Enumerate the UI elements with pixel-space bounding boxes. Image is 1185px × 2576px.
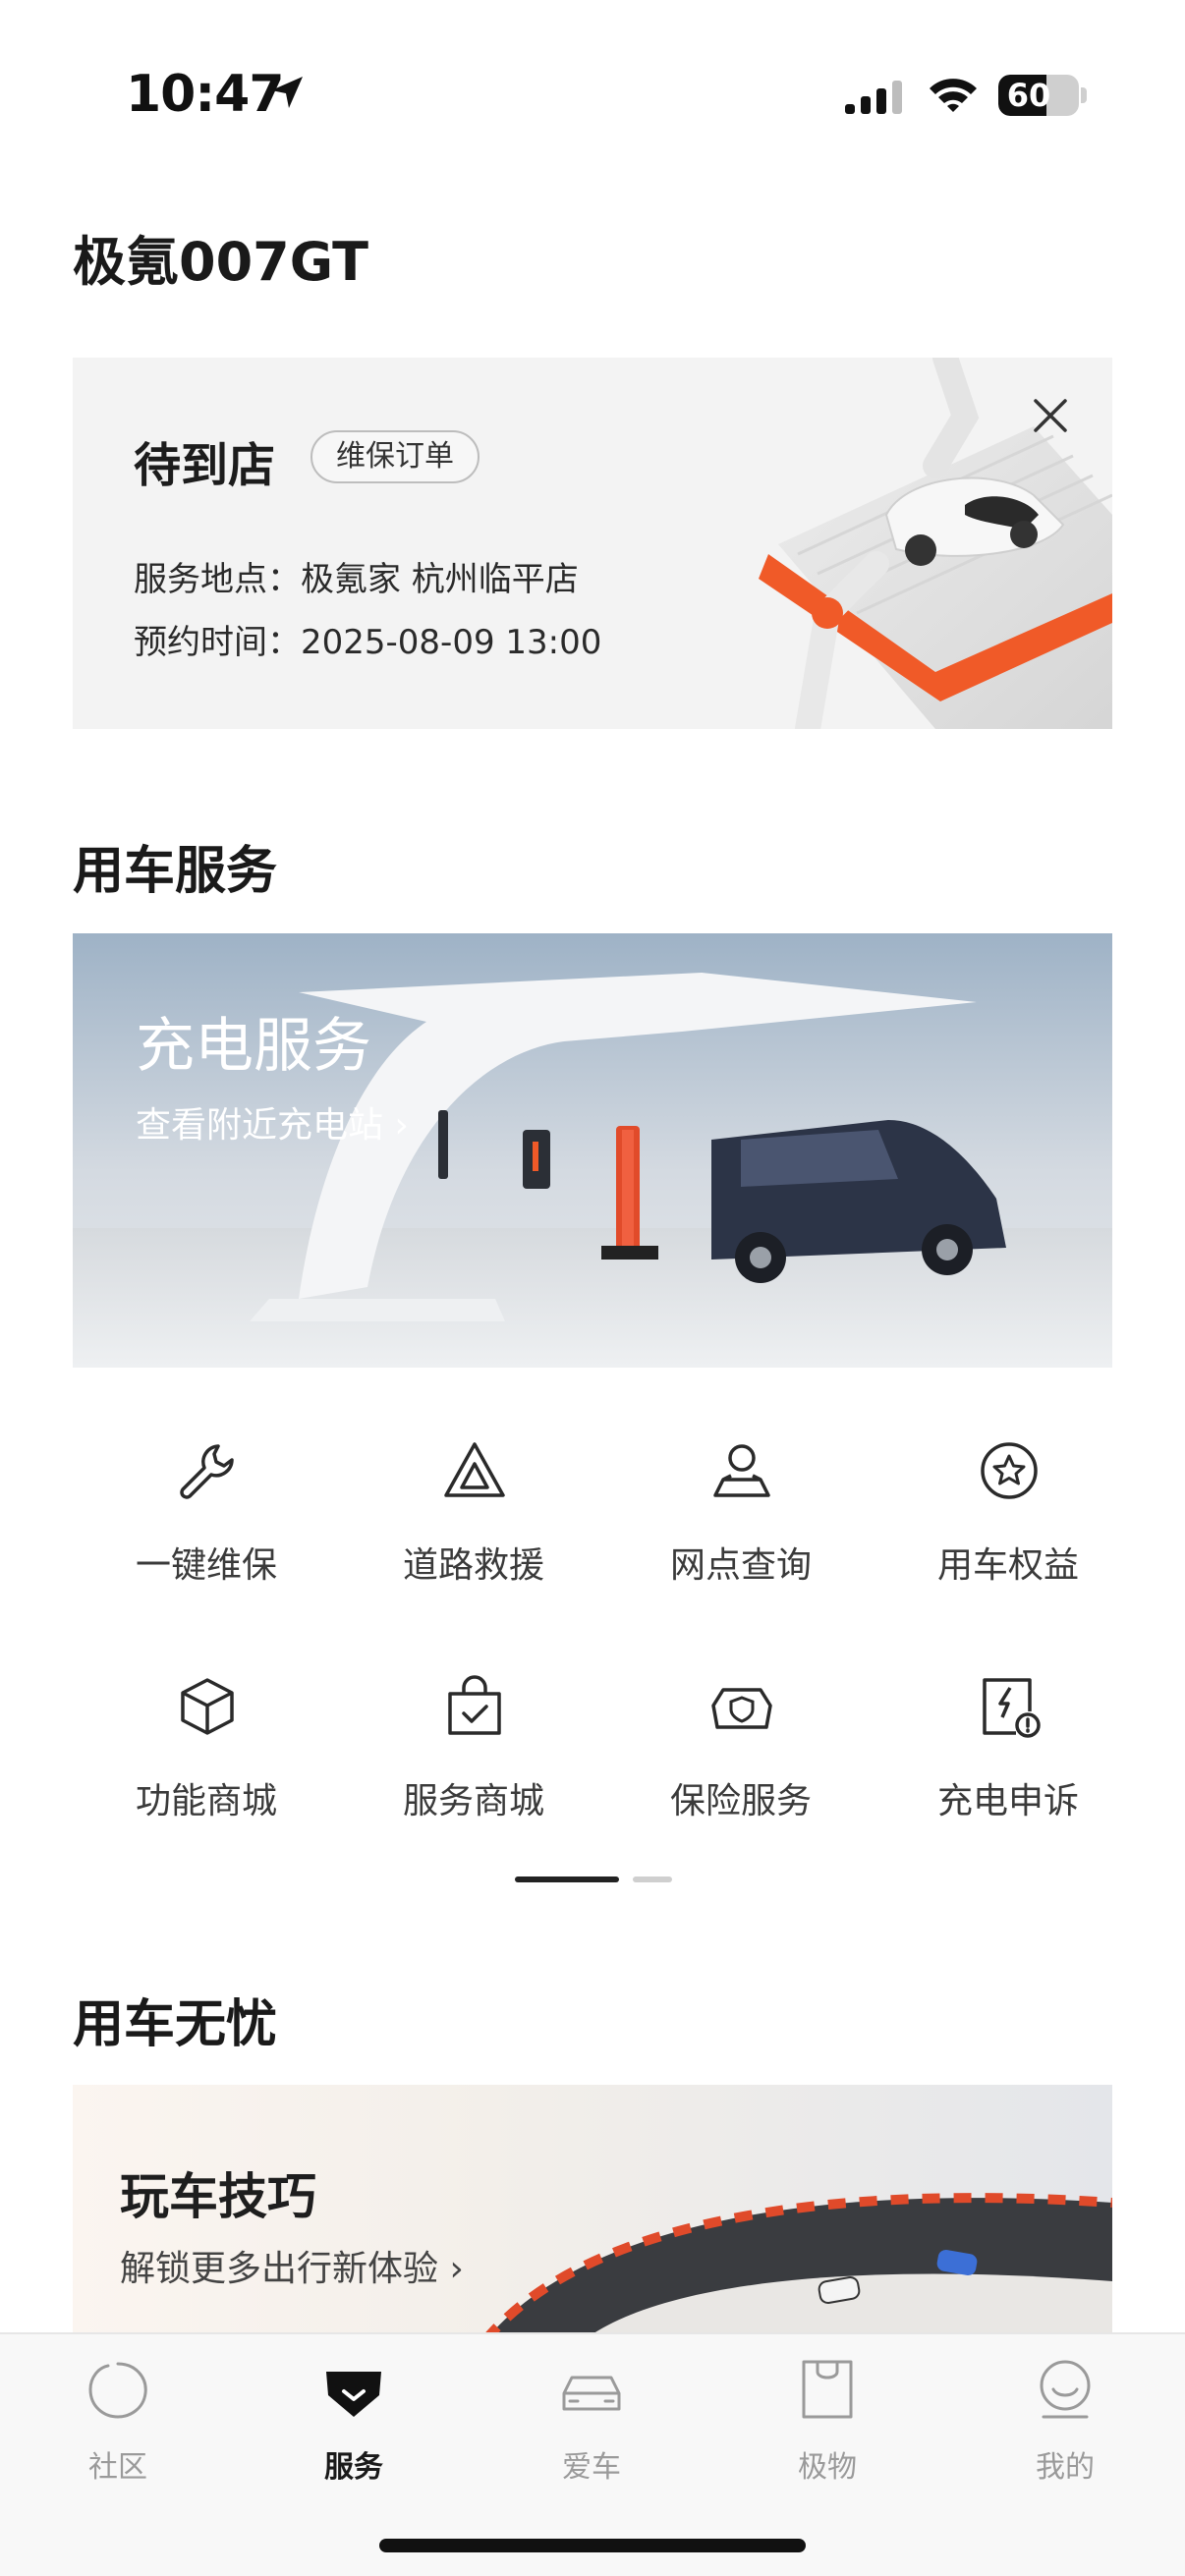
- car-shield-icon: [711, 1688, 772, 1729]
- service-label: 网点查询: [669, 1545, 812, 1586]
- status-bar: 10:47 60: [0, 0, 1185, 167]
- service-label: 一键维保: [135, 1545, 277, 1586]
- tips-title: 玩车技巧: [120, 2168, 316, 2225]
- wrench-icon: [180, 1444, 234, 1499]
- service-item-service-store[interactable]: 服务商城: [340, 1651, 607, 1867]
- pager-dot-active[interactable]: [515, 1876, 619, 1882]
- tab-label: 服务: [324, 2450, 383, 2485]
- car-icon: [562, 2376, 621, 2411]
- appointment-card[interactable]: 待到店 维保订单 服务地点：极氪家 杭州临平店 预约时间：2025-08-09 …: [73, 358, 1112, 729]
- battery-indicator: 60: [998, 75, 1079, 116]
- charging-banner-title: 充电服务: [136, 1012, 371, 1081]
- appointment-time: 预约时间：2025-08-09 13:00: [134, 615, 601, 663]
- shop-bag-icon: [802, 2360, 853, 2419]
- time-label: 预约时间：: [134, 623, 301, 662]
- appointment-location: 服务地点：极氪家 杭州临平店: [134, 552, 579, 600]
- service-item-insurance[interactable]: 保险服务: [607, 1651, 875, 1867]
- close-icon[interactable]: [1028, 393, 1073, 438]
- location-label: 服务地点：: [134, 560, 301, 599]
- profile-icon: [1040, 2360, 1091, 2419]
- service-item-benefits[interactable]: 用车权益: [875, 1415, 1142, 1631]
- location-person-icon: [713, 1444, 770, 1497]
- tab-shop[interactable]: 极物: [729, 2334, 926, 2485]
- cellular-signal-icon: [845, 81, 902, 114]
- battery-percent: 60: [1006, 77, 1051, 114]
- community-icon: [88, 2362, 147, 2419]
- nearby-stations-link[interactable]: 查看附近充电站 ›: [136, 1096, 409, 1148]
- battery-tip: [1081, 87, 1087, 103]
- service-item-feature-store[interactable]: 功能商城: [73, 1651, 340, 1867]
- service-label: 用车权益: [936, 1545, 1079, 1586]
- location-value: 极氪家 杭州临平店: [301, 560, 579, 599]
- service-label: 功能商城: [135, 1781, 277, 1821]
- charging-service-banner[interactable]: 充电服务 查看附近充电站 ›: [73, 933, 1112, 1368]
- pager-dot[interactable]: [633, 1876, 672, 1882]
- tab-label: 极物: [798, 2450, 857, 2485]
- cube-icon: [181, 1678, 234, 1735]
- services-section-title: 用车服务: [73, 842, 278, 901]
- tips-link[interactable]: 解锁更多出行新体验 ›: [120, 2240, 464, 2291]
- tab-label: 我的: [1036, 2450, 1095, 2485]
- service-label: 道路救援: [402, 1545, 544, 1586]
- order-type-tag: 维保订单: [310, 430, 480, 483]
- star-badge-icon: [981, 1442, 1038, 1499]
- service-item-maintenance[interactable]: 一键维保: [73, 1415, 340, 1631]
- service-label: 保险服务: [669, 1781, 812, 1821]
- tab-service[interactable]: 服务: [255, 2334, 452, 2485]
- charge-alert-icon: [983, 1678, 1041, 1738]
- shopping-bag-check-icon: [448, 1675, 501, 1735]
- worry-free-section-title: 用车无忧: [73, 1995, 278, 2054]
- driving-tips-card[interactable]: 玩车技巧 解锁更多出行新体验 ›: [73, 2085, 1112, 2340]
- service-item-roadside[interactable]: 道路救援: [340, 1415, 607, 1631]
- service-icon: [326, 2372, 381, 2417]
- page-title: 极氪007GT: [73, 231, 368, 293]
- service-item-charge-complaint[interactable]: 充电申诉: [875, 1651, 1142, 1867]
- warning-triangle-icon: [444, 1442, 505, 1497]
- service-item-outlets[interactable]: 网点查询: [607, 1415, 875, 1631]
- service-label: 服务商城: [402, 1781, 544, 1821]
- wifi-icon: [930, 79, 977, 112]
- home-indicator[interactable]: [379, 2539, 806, 2552]
- tab-label: 爱车: [562, 2450, 621, 2485]
- appointment-status: 待到店: [134, 438, 276, 493]
- status-time: 10:47: [126, 65, 285, 124]
- tab-profile[interactable]: 我的: [967, 2334, 1163, 2485]
- location-arrow-icon: [271, 77, 303, 108]
- tab-my-car[interactable]: 爱车: [493, 2334, 690, 2485]
- tab-community[interactable]: 社区: [20, 2334, 216, 2485]
- tab-label: 社区: [88, 2450, 147, 2485]
- service-label: 充电申诉: [936, 1781, 1079, 1821]
- time-value: 2025-08-09 13:00: [301, 623, 602, 662]
